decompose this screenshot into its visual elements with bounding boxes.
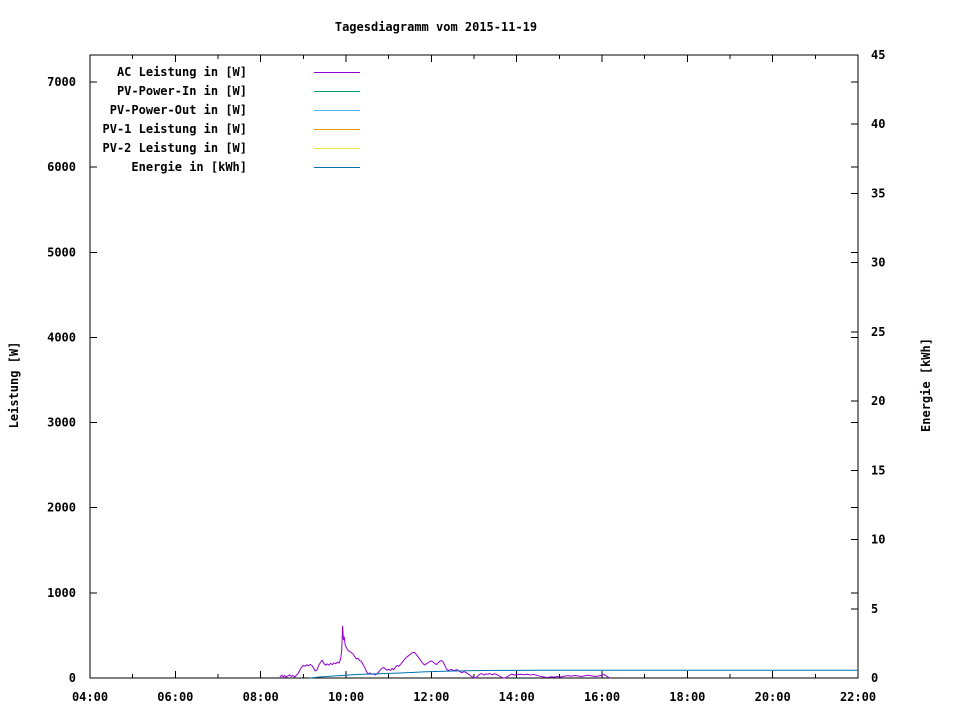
legend-item-pv1-leistung: PV-1 Leistung in [W] xyxy=(90,120,360,139)
y2-tick-label: 25 xyxy=(871,325,885,339)
legend-label-energie: Energie in [kWh] xyxy=(131,160,247,174)
legend-spacer xyxy=(247,72,314,73)
legend-line-sample-pv1-leistung xyxy=(314,128,360,131)
legend-item-energie: Energie in [kWh] xyxy=(90,158,360,177)
legend-line-sample-ac-leistung xyxy=(314,71,360,74)
y2-tick-label: 0 xyxy=(871,671,878,685)
legend-label-pv2-leistung: PV-2 Leistung in [W] xyxy=(102,141,248,155)
legend-spacer xyxy=(247,129,314,130)
y2-tick-label: 20 xyxy=(871,394,885,408)
series-line-energie xyxy=(309,669,858,679)
legend-spacer xyxy=(247,167,314,168)
x-tick-label: 10:00 xyxy=(328,690,364,704)
x-tick-label: 12:00 xyxy=(413,690,449,704)
chart-canvas: Tagesdiagramm vom 2015-11-19 Leistung [W… xyxy=(0,0,960,720)
legend-item-pv-power-out: PV-Power-Out in [W] xyxy=(90,101,360,120)
legend: AC Leistung in [W] PV-Power-In in [W] PV-P… xyxy=(90,63,360,177)
y2-tick-label: 40 xyxy=(871,117,885,131)
legend-label-pv1-leistung: PV-1 Leistung in [W] xyxy=(102,122,248,136)
y-tick-label: 3000 xyxy=(47,416,76,430)
y-tick-label: 2000 xyxy=(47,501,76,515)
y2-tick-label: 10 xyxy=(871,533,885,547)
x-tick-label: 08:00 xyxy=(243,690,279,704)
y-tick-label: 6000 xyxy=(47,160,76,174)
legend-label-pv-power-in: PV-Power-In in [W] xyxy=(116,84,247,98)
x-tick-label: 14:00 xyxy=(499,690,535,704)
legend-line-sample-pv-power-out xyxy=(314,109,360,112)
x-tick-label: 22:00 xyxy=(840,690,876,704)
y2-tick-label: 35 xyxy=(871,186,885,200)
legend-item-pv-power-in: PV-Power-In in [W] xyxy=(90,82,360,101)
y2-tick-label: 5 xyxy=(871,602,878,616)
x-tick-label: 18:00 xyxy=(669,690,705,704)
legend-spacer xyxy=(247,110,314,111)
y-tick-label: 5000 xyxy=(47,245,76,259)
legend-line-sample-energie xyxy=(314,166,360,169)
x-tick-label: 06:00 xyxy=(157,690,193,704)
y-tick-label: 0 xyxy=(69,671,76,685)
x-tick-label: 04:00 xyxy=(72,690,108,704)
y-tick-label: 7000 xyxy=(47,75,76,89)
legend-label-ac-leistung: AC Leistung in [W] xyxy=(116,65,247,79)
y-tick-label: 1000 xyxy=(47,586,76,600)
y2-tick-label: 15 xyxy=(871,463,885,477)
legend-spacer xyxy=(247,148,314,149)
y-tick-label: 4000 xyxy=(47,330,76,344)
legend-line-sample-pv2-leistung xyxy=(314,147,360,150)
legend-line-sample-pv-power-in xyxy=(314,90,360,93)
x-tick-label: 16:00 xyxy=(584,690,620,704)
legend-item-ac-leistung: AC Leistung in [W] xyxy=(90,63,360,82)
legend-label-pv-power-out: PV-Power-Out in [W] xyxy=(109,103,247,117)
legend-item-pv2-leistung: PV-2 Leistung in [W] xyxy=(90,139,360,158)
y2-tick-label: 30 xyxy=(871,256,885,270)
y2-tick-label: 45 xyxy=(871,48,885,62)
x-tick-label: 20:00 xyxy=(755,690,791,704)
legend-spacer xyxy=(247,91,314,92)
